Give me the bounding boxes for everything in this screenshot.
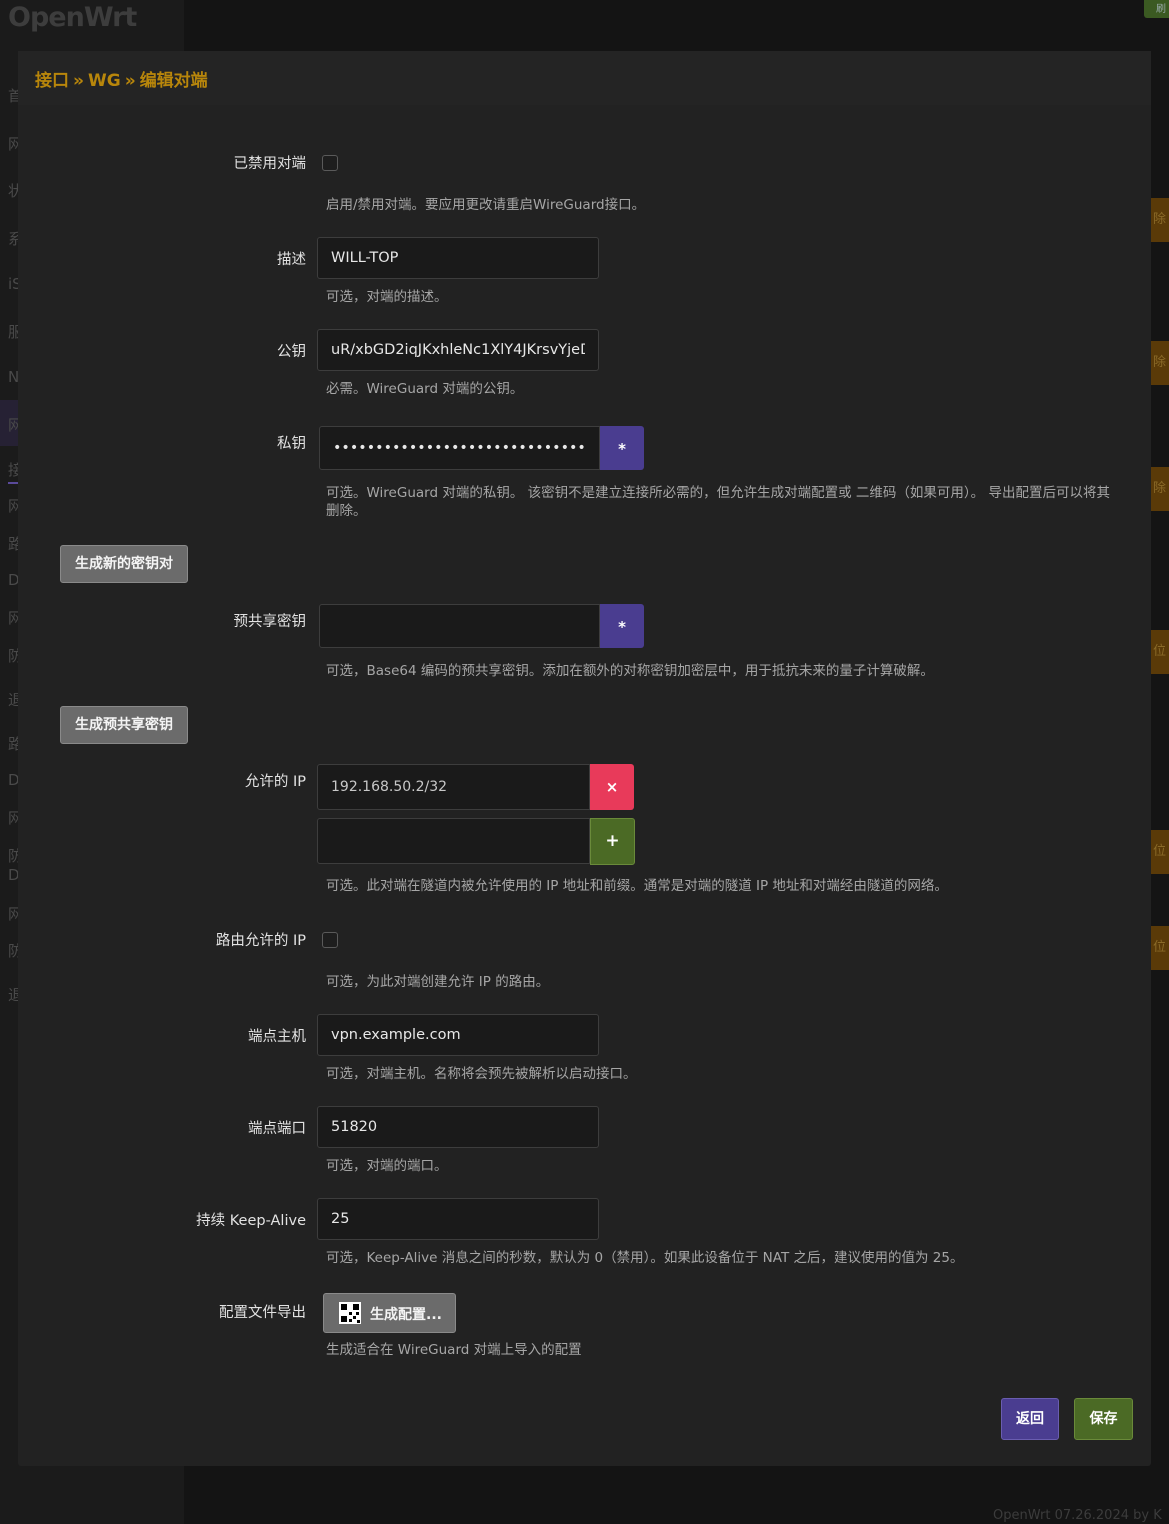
endpoint-host-desc: 可选，对端主机。名称将会预先被解析以启动接口。 bbox=[326, 1066, 637, 1082]
preshared-key-desc: 可选，Base64 编码的预共享密钥。添加在额外的对称密钥加密层中，用于抵抗未来… bbox=[326, 663, 934, 679]
breadcrumb-separator: » bbox=[73, 71, 84, 91]
endpoint-port-label: 端点端口 bbox=[248, 1121, 306, 1137]
breadcrumb-edit-peer: 编辑对端 bbox=[139, 71, 208, 91]
reset-badge[interactable]: 位 bbox=[1150, 830, 1169, 874]
preshared-key-input[interactable] bbox=[319, 604, 600, 648]
route-allowed-ips-label: 路由允许的 IP bbox=[215, 933, 306, 949]
description-label: 描述 bbox=[277, 252, 306, 268]
reset-badge[interactable]: 位 bbox=[1150, 926, 1169, 970]
refresh-button[interactable]: 刷 bbox=[1144, 0, 1169, 18]
new-allowed-ip-input[interactable] bbox=[317, 818, 590, 864]
public-key-label: 公钥 bbox=[277, 344, 306, 360]
private-key-desc: 可选。WireGuard 对端的私钥。 该密钥不是建立连接所必需的，但允许生成对… bbox=[326, 485, 1110, 519]
allowed-ips-desc: 可选。此对端在隧道内被允许使用的 IP 地址和前缀。通常是对端的隧道 IP 地址… bbox=[326, 878, 948, 894]
route-allowed-ips-checkbox[interactable] bbox=[322, 932, 338, 948]
reset-badge[interactable]: 位 bbox=[1150, 630, 1169, 674]
qr-code-icon bbox=[339, 1302, 361, 1324]
allowed-ip-input[interactable] bbox=[317, 764, 590, 810]
edit-peer-modal: 接口» WG» 编辑对端 已禁用对端 启用/禁用对端。要应用更改请重启WireGua… bbox=[18, 51, 1151, 1466]
breadcrumb: 接口» WG» 编辑对端 bbox=[35, 66, 208, 91]
disabled-peer-desc: 启用/禁用对端。要应用更改请重启WireGuard接口。 bbox=[326, 197, 646, 213]
keepalive-input[interactable] bbox=[317, 1198, 599, 1240]
endpoint-host-label: 端点主机 bbox=[248, 1029, 306, 1045]
generate-config-button[interactable]: 生成配置... bbox=[323, 1293, 456, 1333]
openwrt-logo: OpenWrt bbox=[8, 2, 137, 33]
footer-text: OpenWrt 07.26.2024 by K bbox=[993, 1508, 1162, 1523]
add-ip-button[interactable]: + bbox=[590, 818, 635, 865]
endpoint-port-input[interactable] bbox=[317, 1106, 599, 1148]
back-button[interactable]: 返回 bbox=[1001, 1398, 1059, 1440]
reveal-private-key-button[interactable]: * bbox=[600, 426, 644, 470]
save-button[interactable]: 保存 bbox=[1074, 1398, 1133, 1440]
sidebar-underline bbox=[8, 482, 18, 484]
allowed-ips-label: 允许的 IP bbox=[244, 774, 306, 790]
breadcrumb-separator: » bbox=[124, 71, 136, 91]
delete-badge[interactable]: 除 bbox=[1150, 198, 1169, 242]
config-export-label: 配置文件导出 bbox=[219, 1305, 306, 1321]
breadcrumb-interfaces[interactable]: 接口 bbox=[35, 71, 69, 91]
reveal-preshared-key-button[interactable]: * bbox=[600, 604, 644, 648]
breadcrumb-wg[interactable]: WG bbox=[88, 71, 121, 91]
disabled-peer-checkbox[interactable] bbox=[322, 155, 338, 171]
keepalive-desc: 可选，Keep-Alive 消息之间的秒数，默认为 0（禁用）。如果此设备位于 … bbox=[326, 1250, 964, 1266]
description-input[interactable] bbox=[317, 237, 599, 279]
private-key-label: 私钥 bbox=[277, 436, 306, 452]
config-export-desc: 生成适合在 WireGuard 对端上导入的配置 bbox=[326, 1342, 582, 1358]
route-allowed-ips-desc: 可选，为此对端创建允许 IP 的路由。 bbox=[326, 974, 550, 990]
description-desc: 可选，对端的描述。 bbox=[326, 289, 448, 305]
generate-config-label: 生成配置... bbox=[370, 1307, 442, 1323]
modal-header: 接口» WG» 编辑对端 bbox=[18, 51, 1151, 105]
delete-badge[interactable]: 除 bbox=[1150, 341, 1169, 385]
endpoint-host-input[interactable] bbox=[317, 1014, 599, 1056]
public-key-input[interactable] bbox=[317, 329, 599, 371]
generate-keypair-button[interactable]: 生成新的密钥对 bbox=[60, 545, 188, 583]
delete-badge[interactable]: 除 bbox=[1150, 467, 1169, 511]
public-key-desc: 必需。WireGuard 对端的公钥。 bbox=[326, 381, 524, 397]
private-key-input[interactable] bbox=[319, 426, 600, 470]
keepalive-label: 持续 Keep-Alive bbox=[196, 1213, 306, 1229]
disabled-peer-label: 已禁用对端 bbox=[233, 156, 307, 172]
remove-ip-button[interactable]: × bbox=[590, 764, 634, 810]
generate-psk-button[interactable]: 生成预共享密钥 bbox=[60, 706, 188, 744]
preshared-key-label: 预共享密钥 bbox=[233, 614, 307, 630]
endpoint-port-desc: 可选，对端的端口。 bbox=[326, 1158, 448, 1174]
